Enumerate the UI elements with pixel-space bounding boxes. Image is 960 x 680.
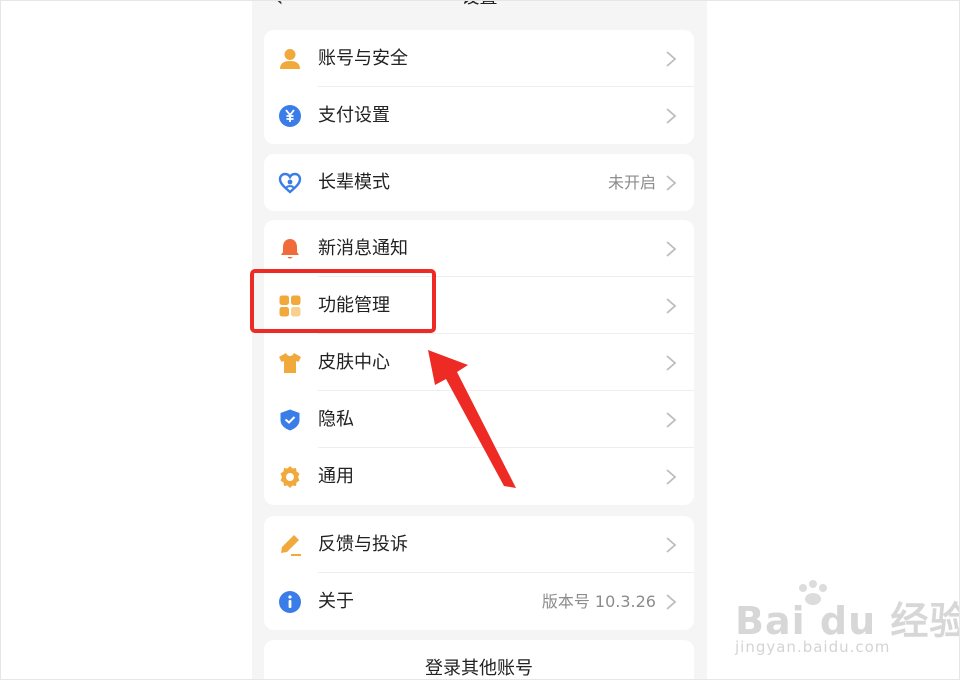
watermark-main: Bai du 经验 [735,599,960,643]
watermark-sub: jingyan.baidu.com [735,638,891,656]
